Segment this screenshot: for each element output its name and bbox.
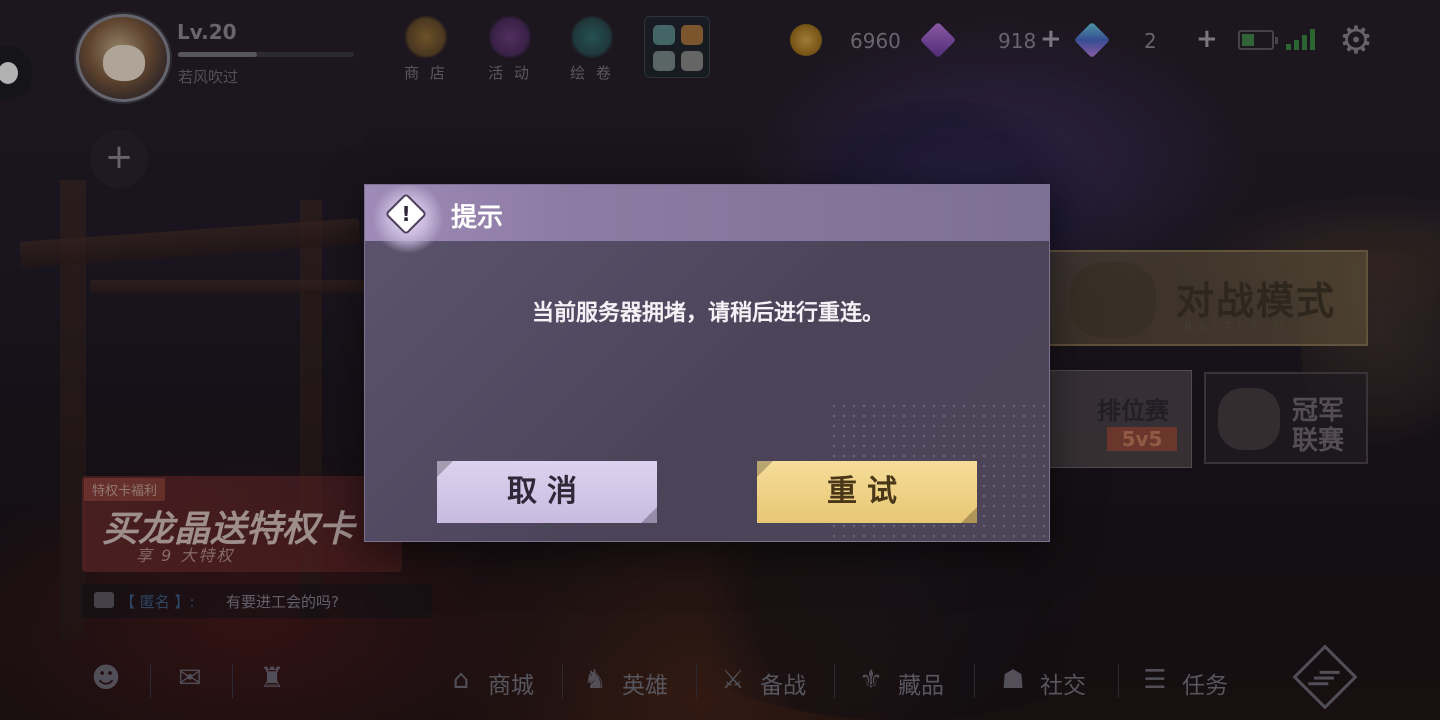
- dialog-message: 当前服务器拥堵，请稍后进行重连。: [531, 301, 884, 326]
- alert-dialog: ! 提示 当前服务器拥堵，请稍后进行重连。 取消 重试: [364, 184, 1050, 542]
- dialog-header: ! 提示: [365, 185, 1049, 253]
- warning-icon-glyph: !: [401, 202, 411, 226]
- retry-button[interactable]: 重试: [757, 461, 977, 523]
- cancel-button[interactable]: 取消: [437, 461, 657, 523]
- dialog-title: 提示: [451, 203, 504, 233]
